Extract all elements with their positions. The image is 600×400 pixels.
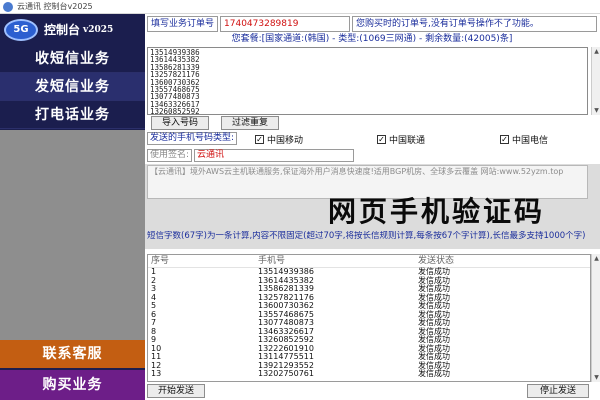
table-scrollbar[interactable]: ▲ ▼ — [591, 254, 600, 382]
char-count-hint: 短信字数(67字)为一条计算,内容不限固定(超过70字,将按长信规则计算,每条按… — [147, 231, 586, 241]
order-number-input[interactable]: 1740473289819 — [220, 16, 351, 32]
checkbox-label: 中国移动 — [267, 136, 304, 146]
order-number-label: 填写业务订单号 — [147, 16, 219, 32]
logo: 5G 控制台 v2025 — [0, 14, 145, 45]
phone-number-line: 13586281339 — [150, 62, 200, 72]
sidebar-item-receive-sms[interactable]: 收短信业务 — [0, 45, 145, 73]
import-numbers-button[interactable]: 导入号码 — [151, 116, 209, 130]
row-phone: 13202750761 — [258, 369, 314, 378]
table-row[interactable]: 13 13202750761 发信成功 — [148, 369, 590, 379]
logo-badge-icon: 5G — [4, 18, 38, 41]
order-number-hint: 您购买时的订单号,没有订单号操作不了功能。 — [352, 16, 597, 32]
phone-number-line: 13077480873 — [150, 92, 200, 102]
table-row[interactable]: 7 13077480873 发信成功 — [148, 318, 590, 328]
table-row[interactable]: 6 13557468675 发信成功 — [148, 309, 590, 320]
carrier-type-row: 发送的手机号码类型: ✓ 中国移动 ✓ 中国联通 ✓ 中国电信 — [147, 131, 597, 146]
column-header-status[interactable]: 发送状态 — [418, 255, 590, 267]
signature-input[interactable]: 云通讯 — [194, 148, 355, 162]
checkbox-china-telecom[interactable]: ✓ 中国电信 — [500, 133, 548, 146]
table-row[interactable]: 2 13614435382 发信成功 — [148, 275, 590, 286]
phone-number-line: 13600730362 — [150, 77, 200, 87]
checkbox-icon[interactable]: ✓ — [255, 135, 264, 144]
results-table: 序号 手机号 发送状态 1 13514939386 发信成功 2 1361443538… — [147, 254, 591, 382]
row-status: 发信成功 — [418, 369, 450, 378]
checkbox-china-unicom[interactable]: ✓ 中国联通 — [377, 133, 425, 146]
signature-label: 使用签名: — [147, 148, 193, 162]
phone-number-line: 13260852592 — [150, 107, 200, 115]
checkbox-icon[interactable]: ✓ — [500, 135, 509, 144]
phone-number-line: 13557468675 — [150, 84, 200, 94]
scroll-down-icon[interactable]: ▼ — [593, 107, 600, 114]
logo-version: v2025 — [83, 24, 114, 35]
table-header: 序号 手机号 发送状态 — [148, 255, 590, 268]
table-row[interactable]: 5 13600730362 发信成功 — [148, 301, 590, 311]
table-row[interactable]: 11 13114775511 发信成功 — [148, 352, 590, 362]
row-index: 11 — [151, 352, 162, 361]
main-panel: 填写业务订单号 1740473289819 您购买时的订单号,没有订单号操作不了… — [145, 14, 600, 400]
table-row[interactable]: 10 13222601910 发信成功 — [148, 343, 590, 354]
sidebar-spacer — [0, 130, 145, 340]
table-row[interactable]: 3 13586281339 发信成功 — [148, 284, 590, 294]
phone-numbers-textarea[interactable]: 13514939386 13614435382 13586281339 1325… — [147, 47, 588, 115]
scroll-up-icon[interactable]: ▲ — [593, 48, 600, 55]
table-row[interactable]: 8 13463326617 发信成功 — [148, 326, 590, 337]
row-index: 12 — [151, 360, 162, 370]
row-index: 5 — [151, 301, 157, 310]
signature-row: 使用签名: 云通讯 — [147, 148, 355, 162]
row-index: 3 — [151, 284, 157, 293]
row-index: 1 — [151, 267, 157, 276]
row-index: 13 — [151, 369, 162, 378]
row-index: 2 — [151, 275, 157, 285]
table-row[interactable]: 12 13921293552 发信成功 — [148, 360, 590, 371]
phone-number-line: 13257821176 — [150, 70, 200, 80]
contact-support-button[interactable]: 联系客服 — [0, 340, 145, 368]
carrier-type-label: 发送的手机号码类型: — [147, 131, 238, 145]
row-index: 7 — [151, 318, 157, 327]
table-row[interactable]: 1 13514939386 发信成功 — [148, 267, 590, 277]
phone-number-line: 13463326617 — [150, 99, 200, 109]
column-header-index[interactable]: 序号 — [148, 255, 258, 267]
row-index: 4 — [151, 292, 157, 302]
start-send-button[interactable]: 开始发送 — [147, 384, 205, 398]
row-index: 9 — [151, 335, 157, 344]
scroll-down-icon[interactable]: ▼ — [593, 374, 600, 381]
stop-send-button[interactable]: 停止发送 — [527, 384, 589, 398]
order-row: 填写业务订单号 1740473289819 您购买时的订单号,没有订单号操作不了… — [147, 16, 597, 32]
overlay-heading: 网页手机验证码 — [328, 195, 546, 228]
phone-number-line: 13514939386 — [150, 48, 200, 57]
row-index: 6 — [151, 309, 157, 319]
table-row[interactable]: 4 13257821176 发信成功 — [148, 292, 590, 303]
buy-service-button[interactable]: 购买业务 — [0, 370, 145, 400]
sidebar-item-phone-call[interactable]: 打电话业务 — [0, 101, 145, 129]
filter-duplicates-button[interactable]: 过滤重复 — [221, 116, 279, 130]
checkbox-icon[interactable]: ✓ — [377, 135, 386, 144]
checkbox-china-mobile[interactable]: ✓ 中国移动 — [255, 133, 303, 146]
sidebar-item-send-sms[interactable]: 发短信业务 — [0, 73, 145, 101]
checkbox-label: 中国电信 — [512, 136, 549, 146]
table-row[interactable]: 9 13260852592 发信成功 — [148, 335, 590, 345]
phone-number-line: 13614435382 — [150, 55, 200, 65]
row-index: 10 — [151, 343, 162, 353]
numbers-scrollbar[interactable]: ▲ ▼ — [591, 47, 600, 115]
app-icon — [3, 1, 13, 12]
column-header-phone[interactable]: 手机号 — [258, 255, 418, 267]
scroll-up-icon[interactable]: ▲ — [593, 255, 600, 262]
logo-text: 控制台 — [44, 23, 81, 37]
window-title: 云通讯 控制台v2025 — [17, 2, 93, 11]
package-info: 您套餐:[国家通道:(韩国) - 类型:(1069三网通) - 剩余数量:(42… — [231, 34, 513, 44]
row-index: 8 — [151, 326, 157, 336]
window-titlebar: 云通讯 控制台v2025 — [0, 0, 600, 14]
checkbox-label: 中国联通 — [389, 136, 426, 146]
sidebar: 5G 控制台 v2025 收短信业务 发短信业务 打电话业务 联系客服 购买业务 — [0, 14, 145, 400]
